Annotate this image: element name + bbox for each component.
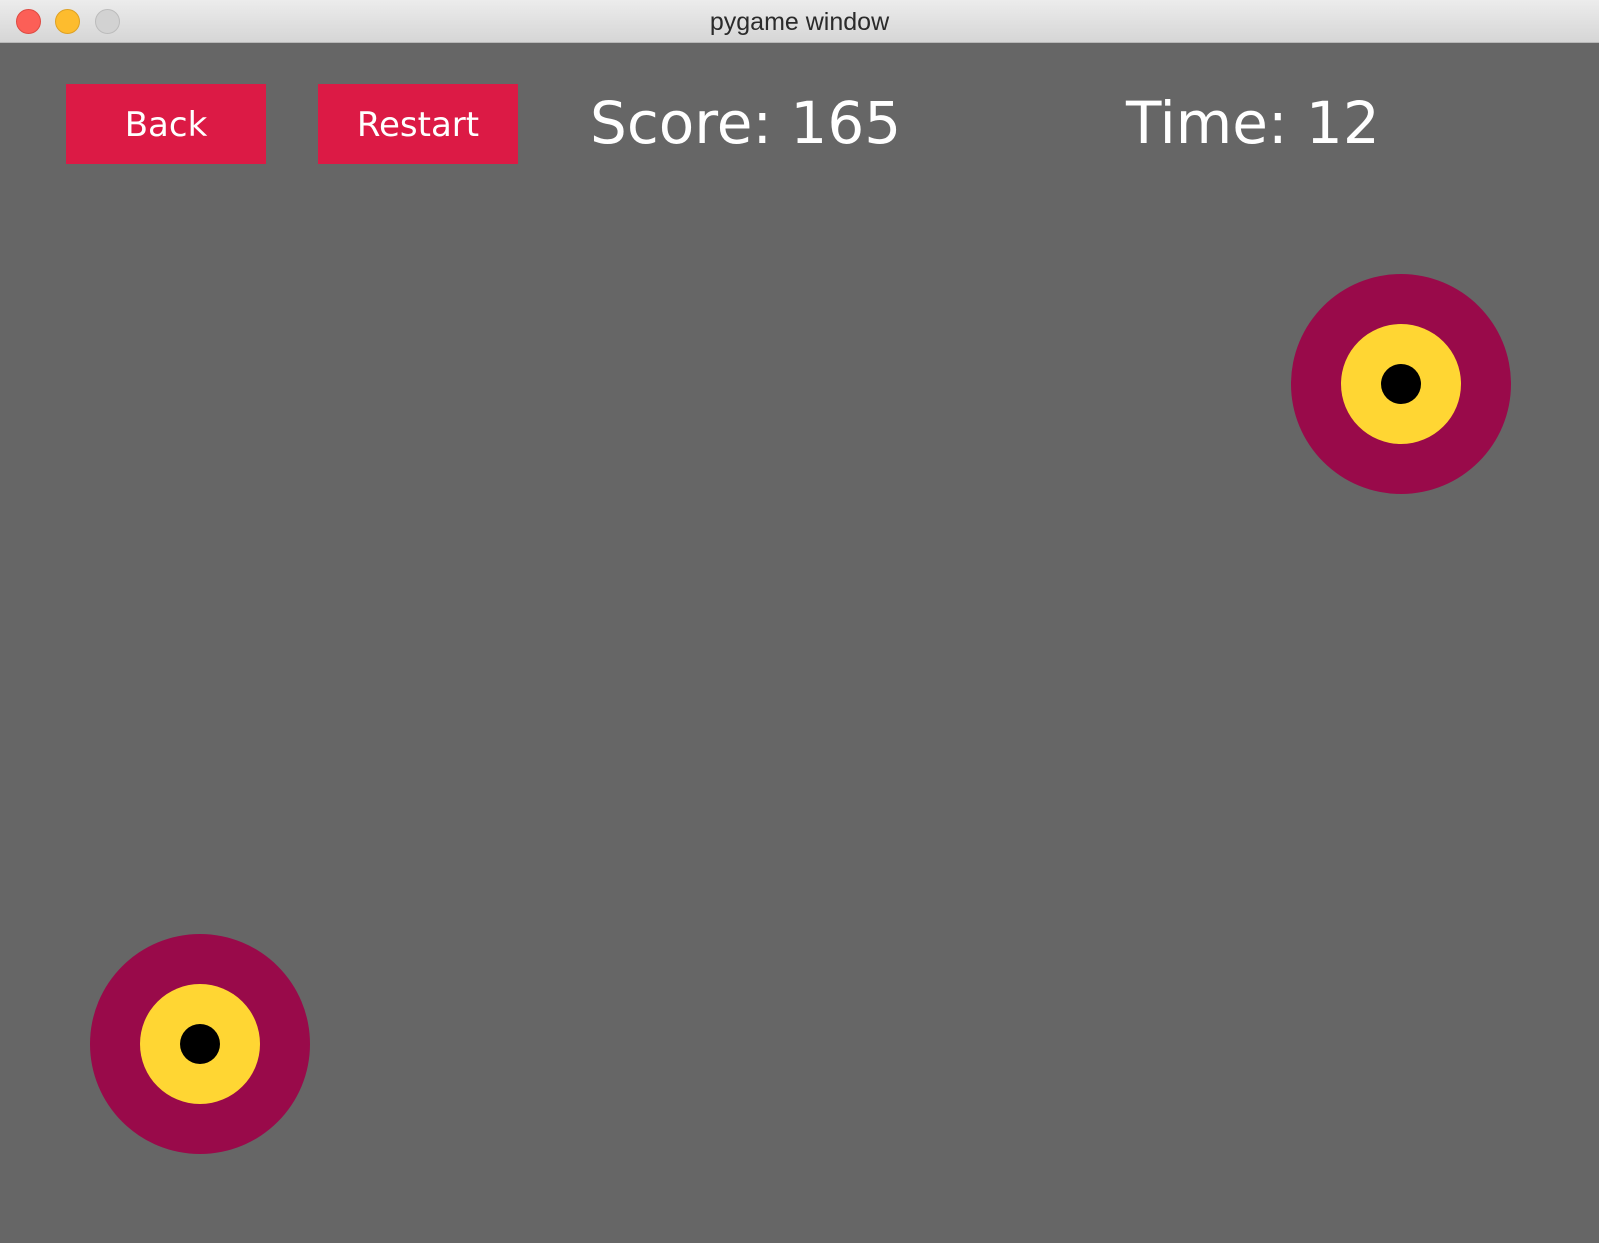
window-title: pygame window <box>709 8 890 36</box>
target-bullseye <box>1381 364 1421 404</box>
time-display: Time: 12 <box>1126 89 1380 157</box>
app-window: pygame window Back Restart Score: 165 Ti… <box>0 0 1599 1243</box>
score-display: Score: 165 <box>590 89 902 157</box>
target-top-right[interactable] <box>1291 274 1511 494</box>
game-canvas[interactable]: Back Restart Score: 165 Time: 12 <box>0 43 1599 1243</box>
back-button[interactable]: Back <box>66 84 266 164</box>
restart-button[interactable]: Restart <box>318 84 518 164</box>
target-bullseye <box>180 1024 220 1064</box>
title-bar: pygame window <box>0 0 1599 43</box>
target-bottom-left[interactable] <box>90 934 310 1154</box>
